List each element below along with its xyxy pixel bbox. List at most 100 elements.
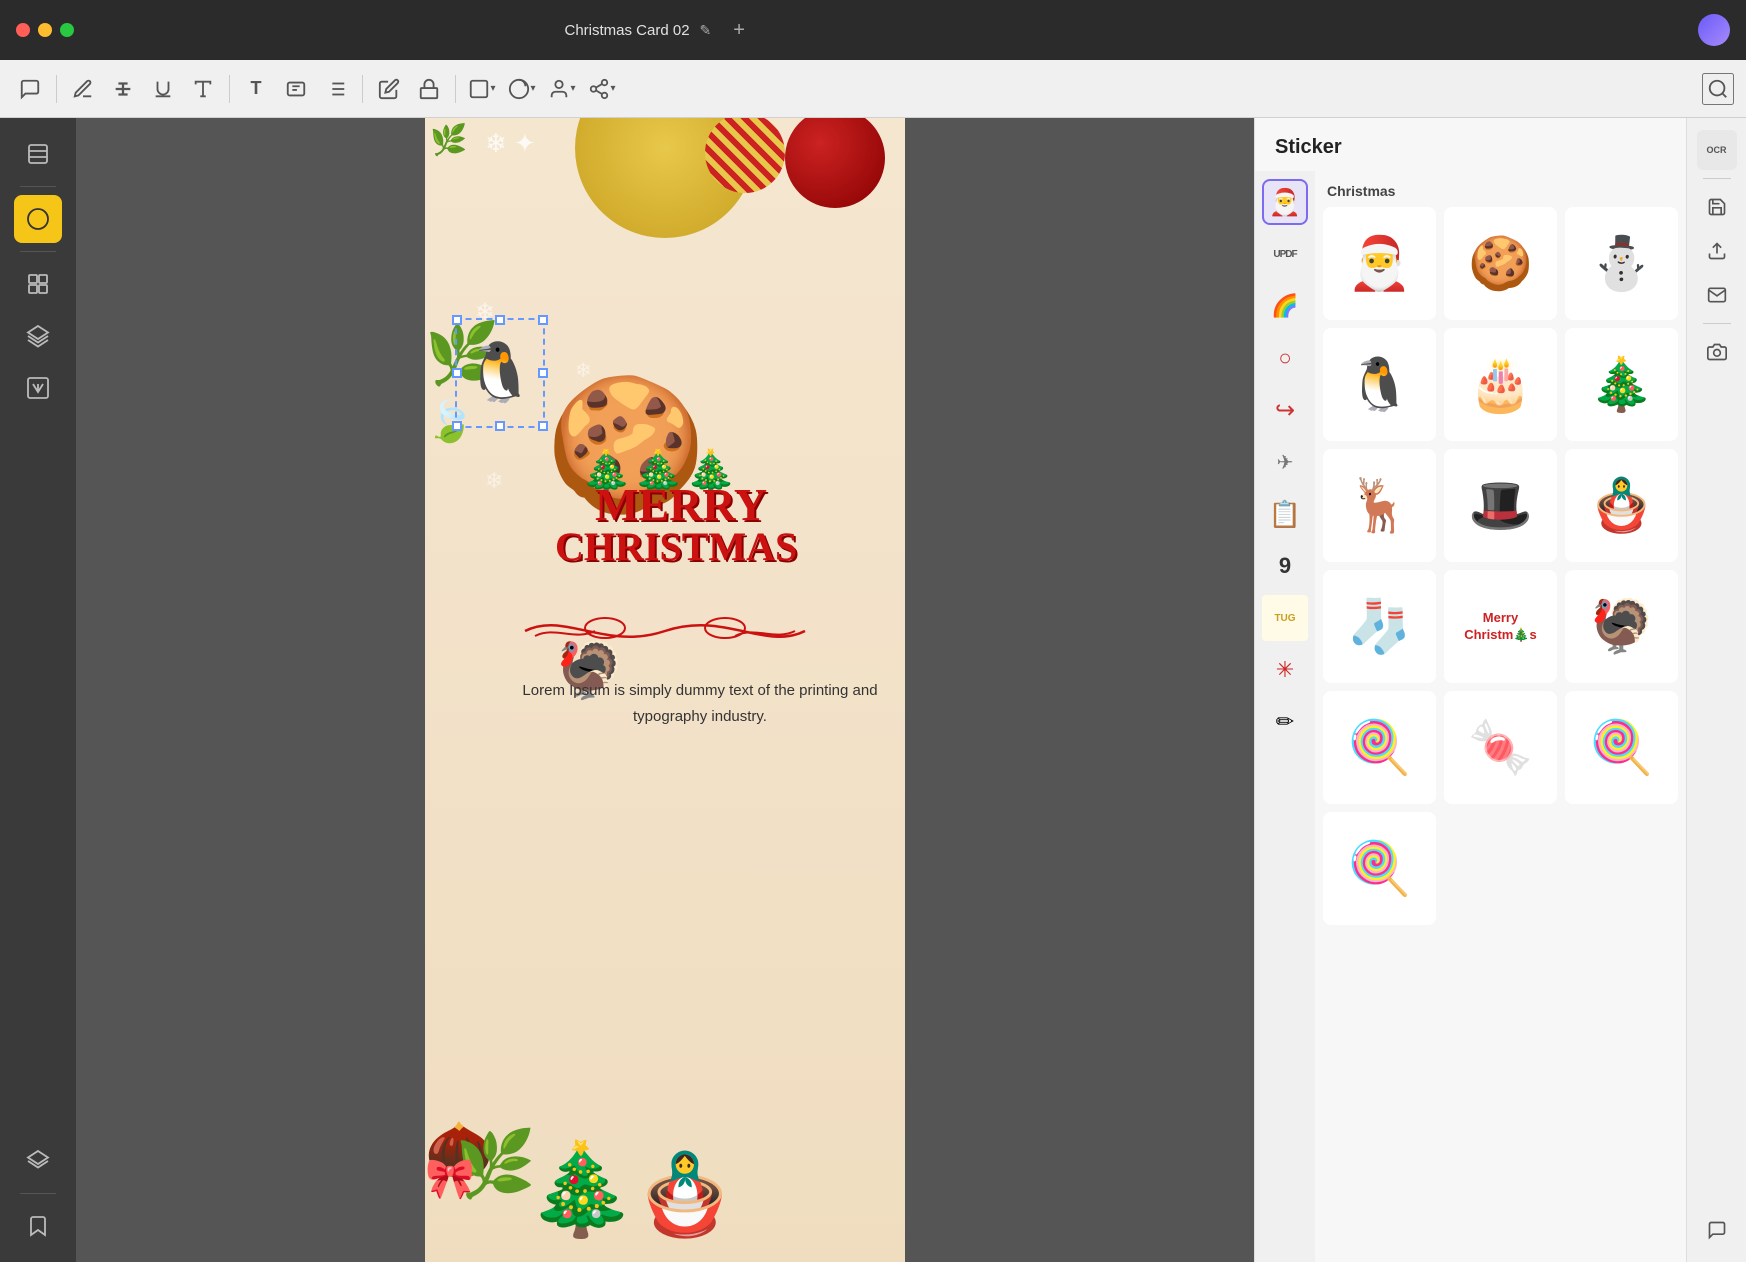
sticker-panel-body: 🎅 UPDF 🌈 ○ ↪ ✈ 📋 9 TUG bbox=[1255, 171, 1686, 1262]
sticker-candy-gold[interactable]: 🍬 bbox=[1444, 691, 1557, 804]
sidebar-item-sticker[interactable] bbox=[14, 195, 62, 243]
text-button[interactable] bbox=[185, 71, 221, 107]
category-note[interactable]: 📋 bbox=[1262, 491, 1308, 537]
handle-bl[interactable] bbox=[452, 421, 462, 431]
title-text: Christmas Card 02 bbox=[565, 22, 690, 39]
save-button[interactable] bbox=[1697, 187, 1737, 227]
sidebar-item-templates[interactable] bbox=[14, 260, 62, 308]
sidebar-divider-1 bbox=[20, 186, 56, 187]
burst-cat-icon: ✳ bbox=[1276, 657, 1294, 683]
main-toolbar: T ▾ ▾ ▾ ▾ bbox=[0, 60, 1746, 118]
striped-ornament bbox=[705, 118, 785, 193]
sidebar-item-layers[interactable] bbox=[14, 312, 62, 360]
penguin-sticker-selected[interactable]: 🐧 bbox=[455, 318, 545, 428]
handle-tl[interactable] bbox=[452, 315, 462, 325]
handle-tr[interactable] bbox=[538, 315, 548, 325]
bow-left: 🎀 bbox=[425, 1155, 475, 1202]
sticker-merry-text[interactable]: MerryChristm🎄s bbox=[1444, 570, 1557, 683]
category-nine[interactable]: 9 bbox=[1262, 543, 1308, 589]
shape-button[interactable]: ▾ bbox=[464, 71, 500, 107]
sticker-gingerbread[interactable]: 🍪 bbox=[1444, 207, 1557, 320]
text-box-button[interactable] bbox=[278, 71, 314, 107]
sticker-tree[interactable]: 🎄 bbox=[1565, 328, 1678, 441]
redo-cat-icon: ↪ bbox=[1275, 396, 1295, 425]
sticker-stocking[interactable]: 🧦 bbox=[1323, 570, 1436, 683]
edit-title-icon[interactable]: ✎ bbox=[700, 22, 712, 39]
category-christmas[interactable]: 🎅 bbox=[1262, 179, 1308, 225]
underline-button[interactable] bbox=[145, 71, 181, 107]
minimize-button[interactable] bbox=[38, 23, 52, 37]
right-toolbar: OCR bbox=[1686, 118, 1746, 1262]
sticker-reindeer[interactable]: 🦌 bbox=[1323, 449, 1436, 562]
sticker-nutcracker[interactable]: 🪆 bbox=[1565, 449, 1678, 562]
handle-bm[interactable] bbox=[495, 421, 505, 431]
category-tag[interactable]: TUG bbox=[1262, 595, 1308, 641]
penguin-emoji: 🐧 bbox=[464, 339, 536, 407]
list-button[interactable] bbox=[318, 71, 354, 107]
sidebar-item-layers-bottom[interactable] bbox=[14, 1137, 62, 1185]
christmas-category-label: Christmas bbox=[1323, 179, 1678, 199]
sticker-candy-blue[interactable]: 🍭 bbox=[1565, 691, 1678, 804]
rt-divider-1 bbox=[1703, 178, 1731, 179]
document-title: Christmas Card 02 ✎ + bbox=[565, 19, 745, 42]
main-content: ❄ ✦ 🌿 🌿 🍃 ★ ❄ ❄ ❄ 🐧 bbox=[0, 118, 1746, 1262]
category-circle[interactable]: ○ bbox=[1262, 335, 1308, 381]
user-avatar[interactable] bbox=[1698, 14, 1730, 46]
sticker-categories: 🎅 UPDF 🌈 ○ ↪ ✈ 📋 9 TUG bbox=[1255, 171, 1315, 1262]
card-content: ❄ ✦ 🌿 🌿 🍃 ★ ❄ ❄ ❄ 🐧 bbox=[425, 118, 905, 1262]
sticker-pudding[interactable]: 🎂 bbox=[1444, 328, 1557, 441]
category-burst[interactable]: ✳ bbox=[1262, 647, 1308, 693]
sticker-santa[interactable]: 🎅 bbox=[1323, 207, 1436, 320]
sticker-candy-red[interactable]: 🍭 bbox=[1323, 691, 1436, 804]
sidebar-divider-2 bbox=[20, 251, 56, 252]
sticker-candy-green[interactable]: 🍭 bbox=[1323, 812, 1436, 925]
handle-tm[interactable] bbox=[495, 315, 505, 325]
user-button[interactable]: ▾ bbox=[544, 71, 580, 107]
left-sidebar bbox=[0, 118, 76, 1262]
pen-button[interactable] bbox=[65, 71, 101, 107]
search-button[interactable] bbox=[1702, 73, 1734, 105]
christmas-text: CHRISTMAS bbox=[555, 523, 797, 570]
comment-button[interactable] bbox=[12, 71, 48, 107]
category-pencil[interactable]: ✏ bbox=[1262, 699, 1308, 745]
color-button[interactable]: ▾ bbox=[504, 71, 540, 107]
sticker-penguin[interactable]: 🐧 bbox=[1323, 328, 1436, 441]
holly-top: 🌿 bbox=[430, 123, 467, 158]
document-canvas: ❄ ✦ 🌿 🌿 🍃 ★ ❄ ❄ ❄ 🐧 bbox=[425, 118, 905, 1262]
maximize-button[interactable] bbox=[60, 23, 74, 37]
category-paper-plane[interactable]: ✈ bbox=[1262, 439, 1308, 485]
export-button[interactable] bbox=[1697, 231, 1737, 271]
swirl-decoration bbox=[505, 606, 825, 656]
handle-ml[interactable] bbox=[452, 368, 462, 378]
close-button[interactable] bbox=[16, 23, 30, 37]
share-button[interactable]: ▾ bbox=[584, 71, 620, 107]
titlebar: Christmas Card 02 ✎ + bbox=[0, 0, 1746, 60]
circle-cat-icon: ○ bbox=[1278, 345, 1291, 371]
sticker-snowman[interactable]: ⛄ bbox=[1565, 207, 1678, 320]
chat-button[interactable] bbox=[1697, 1210, 1737, 1250]
category-updf[interactable]: UPDF bbox=[1262, 231, 1308, 277]
strikethrough-button[interactable] bbox=[105, 71, 141, 107]
pencil-cat-icon: ✏ bbox=[1276, 709, 1294, 735]
sticker-panel: Sticker 🎅 UPDF 🌈 ○ ↪ ✈ bbox=[1254, 118, 1686, 1262]
email-button[interactable] bbox=[1697, 275, 1737, 315]
sidebar-item-bookmark[interactable] bbox=[14, 1202, 62, 1250]
nutcracker-bottom: 🪆 bbox=[635, 1148, 735, 1242]
ocr-label: OCR bbox=[1707, 145, 1727, 156]
ocr-button[interactable]: OCR bbox=[1697, 130, 1737, 170]
sticker-santa-hat[interactable]: 🎩 bbox=[1444, 449, 1557, 562]
add-tab-button[interactable]: + bbox=[733, 19, 745, 42]
category-redo[interactable]: ↪ bbox=[1262, 387, 1308, 433]
christmas-cat-icon: 🎅 bbox=[1269, 187, 1301, 218]
sidebar-item-pages[interactable] bbox=[14, 130, 62, 178]
camera-button[interactable] bbox=[1697, 332, 1737, 372]
toolbar-divider-3 bbox=[362, 75, 363, 103]
rt-divider-2 bbox=[1703, 323, 1731, 324]
sidebar-item-watermark[interactable] bbox=[14, 364, 62, 412]
highlight-button[interactable] bbox=[371, 71, 407, 107]
sticker-turkey[interactable]: 🦃 bbox=[1565, 570, 1678, 683]
stamp-button[interactable] bbox=[411, 71, 447, 107]
text-style-button[interactable]: T bbox=[238, 71, 274, 107]
category-rainbow[interactable]: 🌈 bbox=[1262, 283, 1308, 329]
sidebar-divider-bottom bbox=[20, 1193, 56, 1194]
